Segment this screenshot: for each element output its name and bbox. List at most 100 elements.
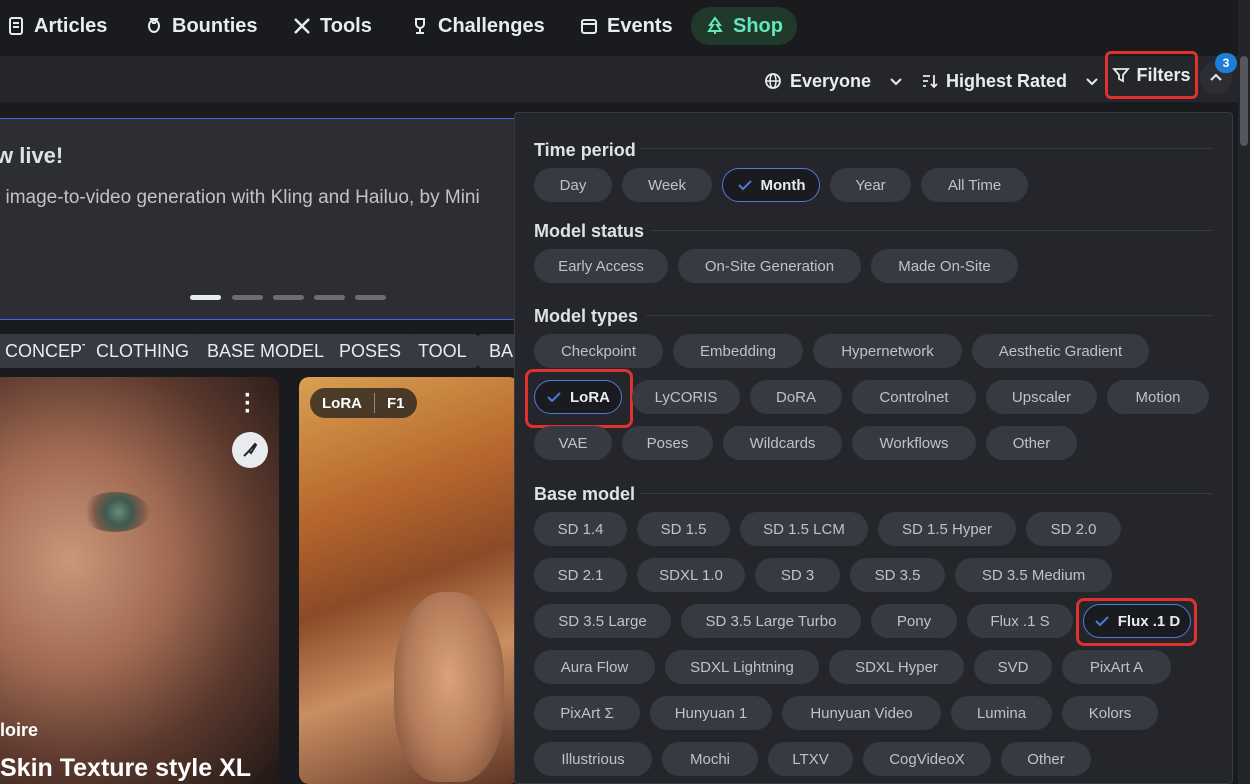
card-author: loire	[0, 720, 39, 740]
nav-bounties[interactable]: Bounties	[130, 7, 272, 45]
nav-bounties-label: Bounties	[172, 14, 258, 37]
chip-made-on-site[interactable]: Made On-Site	[871, 249, 1018, 283]
chip-sd35[interactable]: SD 3.5	[850, 558, 945, 592]
chip-sd35-large[interactable]: SD 3.5 Large	[534, 604, 671, 638]
chip-pixart-a[interactable]: PixArt A	[1062, 650, 1171, 684]
nav-articles[interactable]: Articles	[0, 7, 121, 45]
chip-dora[interactable]: DoRA	[750, 380, 842, 414]
badge-base: F1	[387, 394, 405, 412]
carousel-dot[interactable]	[273, 295, 304, 300]
feed-toolbar: Everyone Highest Rated	[0, 56, 1250, 102]
chip-other[interactable]: Other	[986, 426, 1077, 460]
filter-icon	[1112, 68, 1131, 83]
chip-hunyuan1[interactable]: Hunyuan 1	[650, 696, 772, 730]
chip-sd14[interactable]: SD 1.4	[534, 512, 627, 546]
banner-text: l image-to-video generation with Kling a…	[0, 187, 480, 208]
chip-kolors[interactable]: Kolors	[1062, 696, 1158, 730]
carousel-dot[interactable]	[355, 295, 386, 300]
chip-year[interactable]: Year	[830, 168, 911, 202]
chip-flux1s[interactable]: Flux .1 S	[967, 604, 1073, 638]
chip-mochi[interactable]: Mochi	[662, 742, 758, 776]
nav-shop-label: Shop	[733, 14, 783, 37]
chip-sdxl-hyper[interactable]: SDXL Hyper	[829, 650, 964, 684]
chip-sd21[interactable]: SD 2.1	[534, 558, 627, 592]
carousel-dot[interactable]	[314, 295, 345, 300]
filters-button[interactable]: Filters	[1105, 51, 1198, 99]
chip-sd35-medium[interactable]: SD 3.5 Medium	[955, 558, 1112, 592]
chevron-down-icon	[890, 78, 902, 86]
chip-sd3[interactable]: SD 3	[755, 558, 840, 592]
sort-select[interactable]: Highest Rated	[920, 64, 1101, 98]
chip-sd15-hyper[interactable]: SD 1.5 Hyper	[878, 512, 1016, 546]
model-type-badge: LoRA F1	[310, 388, 417, 418]
nav-events-label: Events	[607, 14, 673, 37]
filters-count-badge: 3	[1215, 53, 1237, 73]
chip-all-time[interactable]: All Time	[921, 168, 1028, 202]
tag-base-model[interactable]: BASE MODEL	[196, 334, 336, 368]
chip-hypernetwork[interactable]: Hypernetwork	[813, 334, 962, 368]
chip-controlnet[interactable]: Controlnet	[852, 380, 976, 414]
chip-illustrious[interactable]: Illustrious	[534, 742, 652, 776]
chip-ltxv[interactable]: LTXV	[768, 742, 853, 776]
chip-motion[interactable]: Motion	[1107, 380, 1209, 414]
chip-week[interactable]: Week	[622, 168, 712, 202]
announcement-banner[interactable]: w live! l image-to-video generation with…	[0, 118, 530, 320]
nav-articles-label: Articles	[34, 14, 108, 37]
more-options-icon[interactable]: · · ·	[244, 384, 252, 424]
remix-button[interactable]	[232, 432, 268, 468]
nav-shop[interactable]: Shop	[691, 7, 797, 45]
scrollbar-thumb[interactable]	[1240, 56, 1248, 146]
nav-challenges[interactable]: Challenges	[396, 7, 559, 45]
chip-month[interactable]: Month	[722, 168, 820, 202]
page-scrollbar[interactable]	[1238, 0, 1250, 784]
carousel-dot[interactable]	[190, 295, 221, 300]
chip-other-base[interactable]: Other	[1001, 742, 1091, 776]
model-card-image[interactable]	[299, 377, 519, 784]
check-icon	[737, 180, 752, 191]
filters-label: Filters	[1136, 64, 1191, 85]
chip-checkpoint[interactable]: Checkpoint	[534, 334, 663, 368]
chip-on-site-generation[interactable]: On-Site Generation	[678, 249, 861, 283]
chip-embedding[interactable]: Embedding	[673, 334, 803, 368]
nav-events[interactable]: Events	[565, 7, 687, 45]
chip-workflows[interactable]: Workflows	[852, 426, 976, 460]
chip-vae[interactable]: VAE	[534, 426, 612, 460]
chip-sd20[interactable]: SD 2.0	[1026, 512, 1121, 546]
chip-sdxl10[interactable]: SDXL 1.0	[637, 558, 745, 592]
face-shape	[394, 592, 504, 782]
audience-select[interactable]: Everyone	[764, 64, 905, 98]
chip-pony[interactable]: Pony	[871, 604, 957, 638]
tag-tool[interactable]: TOOL	[407, 334, 478, 368]
chip-early-access[interactable]: Early Access	[534, 249, 668, 283]
divider	[646, 315, 1212, 316]
nav-tools[interactable]: Tools	[278, 7, 386, 45]
chip-hunyuan-video[interactable]: Hunyuan Video	[782, 696, 941, 730]
chip-svd[interactable]: SVD	[974, 650, 1052, 684]
chip-pixart-sigma[interactable]: PixArt Σ	[534, 696, 640, 730]
chip-aura-flow[interactable]: Aura Flow	[534, 650, 655, 684]
chip-lumina[interactable]: Lumina	[951, 696, 1052, 730]
chip-upscaler[interactable]: Upscaler	[986, 380, 1097, 414]
chip-wildcards[interactable]: Wildcards	[723, 426, 842, 460]
carousel-dot[interactable]	[232, 295, 263, 300]
tag-clothing[interactable]: CLOTHING	[85, 334, 201, 368]
tag-poses[interactable]: POSES	[328, 334, 413, 368]
chip-lycoris[interactable]: LyCORIS	[632, 380, 740, 414]
article-icon	[9, 17, 23, 35]
brush-icon	[243, 442, 258, 457]
model-status-title: Model status	[534, 221, 645, 241]
card-title[interactable]: Skin Texture style XL	[0, 754, 251, 783]
chip-poses[interactable]: Poses	[622, 426, 713, 460]
audience-label: Everyone	[790, 70, 872, 91]
moneybag-icon	[148, 18, 161, 33]
chip-sd15[interactable]: SD 1.5	[637, 512, 730, 546]
chip-sdxl-lightning[interactable]: SDXL Lightning	[665, 650, 819, 684]
divider	[640, 493, 1212, 494]
trophy-icon	[415, 18, 425, 34]
chip-sd35-large-turbo[interactable]: SD 3.5 Large Turbo	[681, 604, 861, 638]
globe-icon	[765, 73, 781, 89]
chip-sd15-lcm[interactable]: SD 1.5 LCM	[740, 512, 868, 546]
chip-aesthetic-gradient[interactable]: Aesthetic Gradient	[972, 334, 1149, 368]
chip-cogvideox[interactable]: CogVideoX	[863, 742, 991, 776]
chip-day[interactable]: Day	[534, 168, 612, 202]
